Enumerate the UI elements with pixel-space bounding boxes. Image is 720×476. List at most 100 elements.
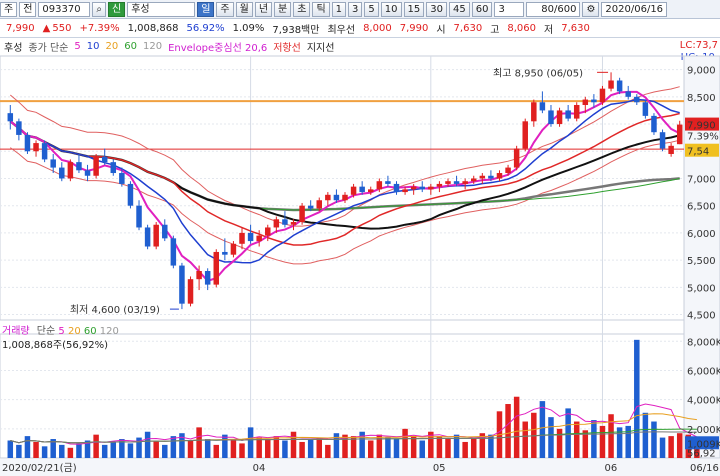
candle-body [16,121,22,135]
candle-body [359,186,365,193]
candle-body [376,181,383,190]
candle-body [368,189,374,193]
candle-body [651,115,657,133]
volume-legend: 거래량 단순 5 20 60 120 [2,322,119,337]
candle-body [608,80,614,89]
x-tick-label: 05 [433,463,446,474]
candle-body [668,145,674,154]
volume-bar [162,444,168,458]
volume-bar [127,443,134,458]
candle-body [350,186,357,195]
candle-body [144,227,151,247]
volume-tick-label: 2,000K [687,425,720,436]
price-panel [0,55,685,321]
volume-bar [642,412,649,458]
volume-bar [196,427,202,458]
volume-bar [385,437,391,458]
candle-body [565,110,571,119]
candle-body [187,279,194,304]
candle-body [41,143,48,160]
candle-body [127,183,134,206]
candle-body [470,178,477,182]
volume-bar [608,414,614,458]
candle-body [162,224,168,239]
x-end-label: 06/16 [690,463,719,474]
volume-bar [213,444,220,458]
candle-body [642,102,649,116]
candle-body [573,104,580,119]
volume-bar [41,446,48,458]
candle-body [531,102,537,122]
candle-body [196,271,202,280]
volume-bar [59,444,65,458]
volume-bar [556,428,563,458]
candle-body [273,219,280,228]
candle-body [582,99,589,105]
candle-body [110,162,117,174]
price-tick-label: 5,000 [687,283,716,294]
volume-bar [625,425,631,458]
volume-bar [24,436,31,458]
volume-tick-label: 6,000K [687,366,720,377]
candle-body [453,181,460,184]
candle-body [522,121,528,149]
volume-value-label: 1,008,868주(56,92%) [2,340,109,351]
volume-bar [33,441,39,458]
candle-body [342,194,348,201]
candle-body [153,224,159,247]
candle-body [204,271,211,285]
volume-bar [591,420,597,458]
price-volume-chart[interactable]: 최고 8,950 (06/05) 최저 4,600 (03/19) 9,000 8,… [0,0,720,476]
candle-body [119,173,125,184]
candle-body [33,143,39,152]
volume-bar [668,436,674,458]
volume-bar [67,447,74,458]
support-line-tag: 7,54 [687,147,709,158]
volume-bar [204,439,211,458]
candle-body [282,219,288,225]
volume-bar [110,441,117,458]
price-tick-label: 7,000 [687,174,716,185]
current-price-tag: 7,990 [687,121,716,132]
volume-bar [445,439,451,458]
volume-bar [144,431,151,458]
volume-bar [376,434,383,458]
candle-body [428,186,434,190]
volume-bar [659,437,666,458]
volume-bar [573,421,580,458]
candle-body [393,183,400,193]
candle-body [316,200,322,209]
candle-body [634,96,640,103]
volume-percent-tag: 56,92 [687,448,716,459]
volume-bar [93,434,99,458]
volume-bar [153,440,159,458]
volume-bar [76,443,82,458]
candle-body [101,156,108,163]
volume-bar [402,428,408,458]
volume-bar [539,401,546,458]
x-tick-label: 06 [604,463,617,474]
candle-body [179,265,185,304]
candle-body [325,194,331,201]
volume-bar [265,439,271,458]
volume-bar [393,439,400,458]
price-tick-label: 6,500 [687,202,716,213]
candle-body [247,232,254,242]
volume-bar [676,433,683,458]
price-tick-label: 9,000 [687,66,716,77]
candle-body [290,222,297,225]
candle-body [539,102,546,111]
volume-bar [436,436,443,458]
candle-body [462,181,468,184]
candle-body [93,156,99,176]
candle-body [230,243,237,255]
volume-bar [307,439,314,458]
price-tick-label: 6,000 [687,229,716,240]
change-percent-tag: 7.39% [687,132,719,143]
candle-body [616,80,623,92]
candle-body [419,186,425,190]
volume-bar [316,437,322,458]
low-annotation: 최저 4,600 (03/19) [70,304,160,316]
candle-body [299,205,305,223]
volume-bar [187,440,194,458]
